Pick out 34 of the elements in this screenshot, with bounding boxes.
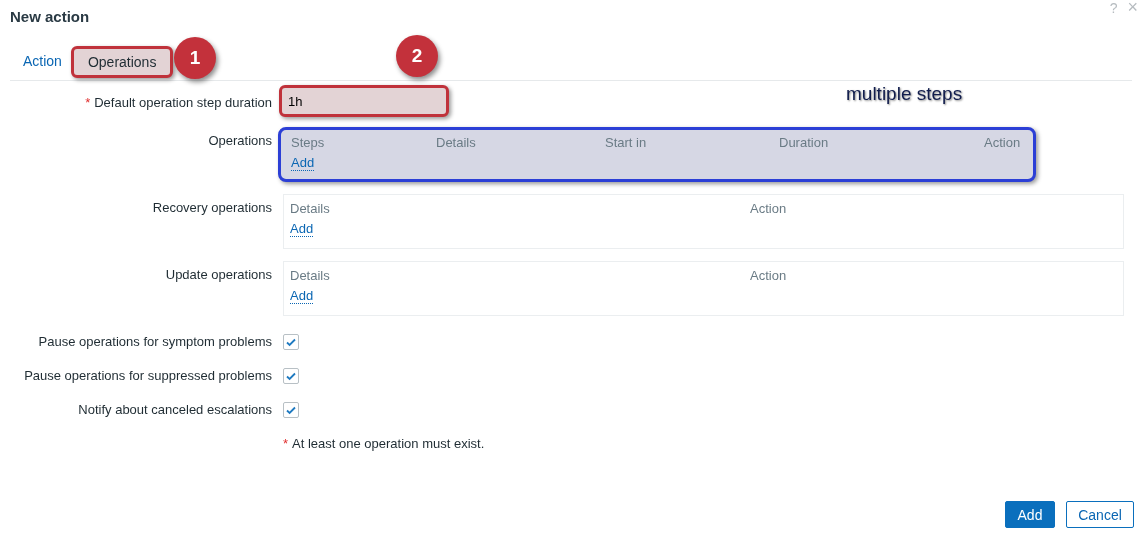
callout-badge: 1	[174, 37, 216, 79]
checkbox[interactable]	[283, 402, 299, 418]
field-label: Notify about canceled escalations	[78, 402, 272, 417]
field-label: Default operation step duration	[94, 95, 272, 110]
tab[interactable]: Action	[20, 47, 65, 77]
required-mark: *	[85, 95, 91, 110]
field-label: Update operations	[165, 267, 272, 282]
column-header: Details	[290, 268, 331, 283]
field-label: Recovery operations	[152, 200, 272, 215]
dialog-title: New action	[10, 8, 90, 25]
required-mark: *	[283, 436, 289, 451]
checkbox[interactable]	[283, 368, 299, 384]
field-label: Pause operations for suppressed problems	[24, 368, 272, 383]
field-label: Pause operations for symptom problems	[38, 334, 272, 349]
annotation-text: multiple steps	[846, 83, 963, 105]
add-link[interactable]: Add	[290, 289, 314, 304]
note-text: At least one operation must exist.	[292, 436, 485, 451]
dialog-button[interactable]: Add	[1005, 501, 1055, 528]
checkbox[interactable]	[283, 334, 299, 350]
tab[interactable]: Operations	[70, 46, 174, 78]
add-link[interactable]: Add	[291, 156, 315, 171]
column-header: Action	[750, 268, 788, 283]
column-header: Start in	[605, 135, 648, 150]
field-label: Operations	[208, 133, 272, 148]
add-link[interactable]: Add	[290, 222, 314, 237]
duration-field[interactable]: 1h	[279, 85, 449, 117]
column-header: Action	[750, 201, 788, 216]
column-header: Duration	[779, 135, 830, 150]
dialog-button[interactable]: Cancel	[1066, 501, 1134, 528]
column-header: Details	[290, 201, 331, 216]
column-header: Steps	[291, 135, 326, 150]
callout-badge: 2	[396, 35, 438, 77]
column-header: Action	[984, 135, 1022, 150]
column-header: Details	[436, 135, 477, 150]
